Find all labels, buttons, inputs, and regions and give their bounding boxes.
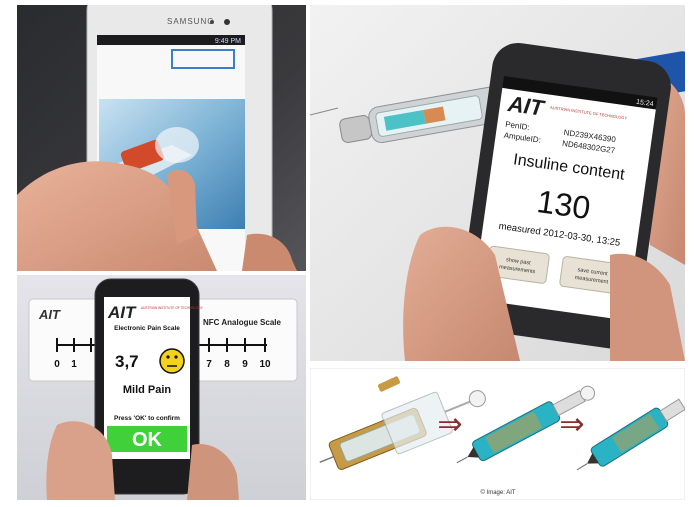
nfc-scale-label: NFC Analogue Scale [203, 318, 281, 327]
pain-scale-title: Electronic Pain Scale [114, 325, 180, 332]
scale-num-1: 1 [71, 359, 77, 370]
scale-num-8: 8 [224, 359, 230, 370]
image-credit: © Image: AIT [480, 489, 515, 496]
confirm-instruction: Press 'OK' to confirm [114, 415, 180, 422]
photo-samsung-phone: 9:49 PM SAMSUNG [17, 5, 306, 271]
photo-pain-scale: AIT NFC Analogue Scale 0 1 7 8 9 10 AIT … [17, 275, 306, 500]
scale-num-9: 9 [242, 359, 248, 370]
card-ait-logo: AIT [38, 307, 61, 322]
samsung-status-time: 9:49 PM [215, 38, 241, 45]
illustration-syringe: ⇒ ⇒ © Image: AIT [310, 368, 685, 500]
neutral-smiley-icon [159, 348, 185, 374]
ait-logo: AIT [506, 91, 547, 121]
scale-num-10: 10 [259, 359, 271, 370]
phone-ait-subtitle: AUSTRIAN INSTITUTE OF TECHNOLOGY [141, 306, 204, 310]
arrow-1: ⇒ [437, 408, 462, 441]
samsung-brand-label: SAMSUNG [167, 17, 214, 26]
ok-button-label: OK [132, 429, 163, 451]
insuline-content-value: 130 [535, 183, 593, 226]
phone-ait-logo: AIT [107, 303, 137, 322]
pain-label: Mild Pain [123, 384, 172, 396]
scale-num-7: 7 [206, 359, 212, 370]
pain-value: 3,7 [115, 352, 139, 371]
arrow-2: ⇒ [559, 408, 584, 441]
photo-insulin-phone: 15:24 AIT AUSTRIAN INSTITUTE OF TECHNOLO… [310, 5, 685, 361]
scale-num-0: 0 [54, 359, 60, 370]
